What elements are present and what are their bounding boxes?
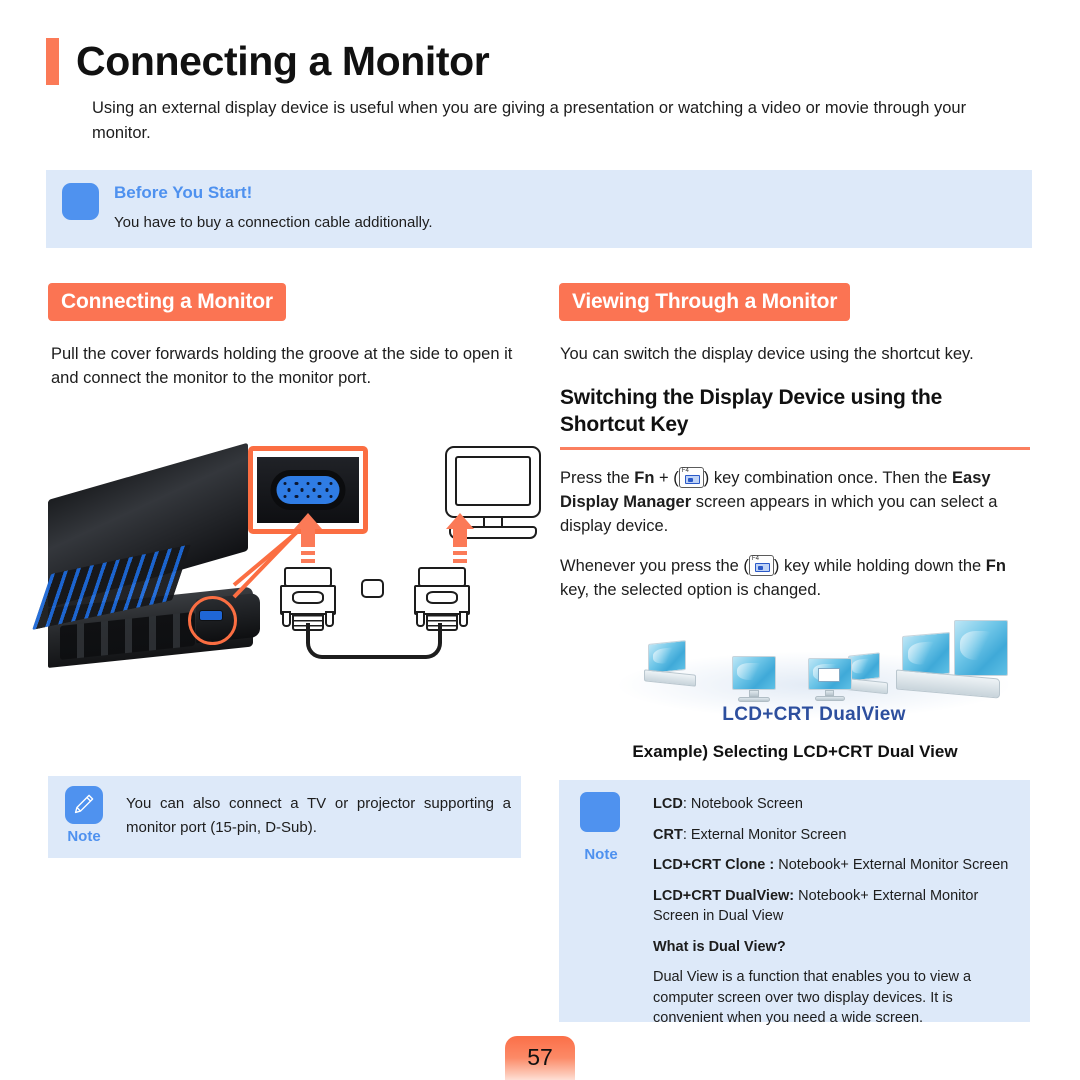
crt-monitor-stand (749, 690, 759, 697)
dualview-right-screen (954, 620, 1008, 676)
pencil-icon (65, 786, 103, 824)
lcd-notebook-screen (648, 640, 686, 674)
note-question-text: What is Dual View? (653, 938, 786, 955)
p1-fn-key: Fn (634, 469, 655, 487)
display-modes-illustration: LCD+CRT DualView (604, 612, 1024, 732)
note-question: What is Dual View? (653, 937, 1016, 958)
p1-text-b: + ( (654, 469, 679, 487)
f4-key-monitor-glyph-2 (754, 563, 770, 572)
arrow-dashes-port (301, 543, 315, 565)
clone-notebook-screen (848, 652, 880, 682)
page-number: 57 (505, 1036, 575, 1080)
f4-key-icon: F4 (678, 467, 704, 488)
note-item-lcd-bold: LCD (653, 796, 683, 812)
before-you-start-body: You have to buy a connection cable addit… (114, 214, 433, 231)
page-title-text: Connecting a Monitor (76, 38, 490, 84)
note-label-left: Note (67, 828, 101, 845)
sub-heading-switching: Switching the Display Device using the S… (560, 386, 943, 436)
device-lcd-notebook (644, 640, 702, 690)
note-item-clone-rest: Notebook+ External Monitor Screen (774, 857, 1009, 873)
monitor-body (445, 446, 541, 518)
note-item-dualview: LCD+CRT DualView: Notebook+ External Mon… (653, 886, 1016, 927)
note-box-right: Note LCD: Notebook Screen CRT: External … (559, 780, 1030, 1026)
note-item-dualview-bold: LCD+CRT DualView: (653, 887, 795, 904)
right-column: You can switch the display device using … (560, 342, 1030, 602)
title-accent-bar (46, 38, 59, 85)
right-paragraph-2: Whenever you press the (F4 ) key while ho… (560, 554, 1030, 602)
before-you-start-icon (62, 183, 99, 220)
document-page: Connecting a Monitor Using an external d… (0, 0, 1080, 1080)
example-caption: Example) Selecting LCD+CRT Dual View (632, 742, 958, 761)
note-text-left: You can also connect a TV or projector s… (126, 795, 511, 836)
p1-text-c: ) key combination once. Then the (703, 469, 953, 487)
note-box-left: Note You can also connect a TV or projec… (48, 776, 521, 858)
right-intro-paragraph: You can switch the display device using … (560, 345, 974, 363)
note-label-right: Note (584, 846, 618, 863)
p2-text-a: Whenever you press the ( (560, 557, 749, 575)
monitor-connection-illustration (32, 442, 543, 683)
vga-port-highlight-circle (188, 596, 237, 645)
vga-small-plug-icon (361, 579, 384, 598)
f4-key-icon-2: F4 (748, 555, 774, 576)
note-item-clone: LCD+CRT Clone : Notebook+ External Monit… (653, 855, 1016, 876)
left-paragraph: Pull the cover forwards holding the groo… (51, 345, 513, 387)
f4-key-label-2: F4 (751, 556, 759, 562)
crt-monitor-base (738, 697, 770, 702)
note-item-crt: CRT: External Monitor Screen (653, 825, 1016, 846)
note-item-clone-bold: LCD+CRT Clone : (653, 857, 775, 873)
monitor-screen (455, 456, 531, 506)
vga-cable (306, 623, 442, 659)
note-item-crt-bold: CRT (653, 826, 683, 843)
note-icon-right (580, 792, 620, 832)
vga-port-icon (276, 476, 340, 504)
page-title: Connecting a Monitor (46, 38, 490, 85)
note-item-crt-rest: : External Monitor Screen (682, 826, 847, 843)
clone-monitor-base (815, 696, 845, 701)
sub-heading-rule (560, 447, 1030, 450)
note-text-right: LCD: Notebook Screen CRT: External Monit… (653, 794, 1016, 1029)
section-header-connecting: Connecting a Monitor (48, 283, 286, 321)
section-header-viewing: Viewing Through a Monitor (559, 283, 851, 321)
left-column: Pull the cover forwards holding the groo… (51, 342, 521, 390)
before-you-start-heading: Before You Start! (114, 183, 253, 202)
laptop-photo (32, 442, 263, 668)
device-crt-monitor (732, 656, 784, 706)
device-lcd-crt-dualview (896, 620, 1014, 704)
note-item-lcd: LCD: Notebook Screen (653, 794, 1016, 815)
p2-text-c: key, the selected option is changed. (560, 581, 822, 599)
dualview-label: LCD+CRT DualView (722, 704, 906, 725)
f4-key-label: F4 (681, 468, 689, 474)
right-paragraph-1: Press the Fn + (F4 ) key combination once… (560, 466, 1030, 538)
note-answer: Dual View is a function that enables you… (653, 969, 972, 1026)
f4-key-monitor-glyph (684, 475, 700, 484)
before-you-start-box: Before You Start! You have to buy a conn… (46, 170, 1032, 248)
intro-paragraph: Using an external display device is usef… (92, 99, 967, 142)
device-lcd-crt-clone (804, 652, 894, 710)
clone-monitor-screen (808, 658, 852, 690)
p1-text-a: Press the (560, 469, 635, 487)
arrow-dashes-monitor (453, 543, 467, 565)
crt-monitor-screen (732, 656, 776, 690)
p2-text-b: ) key while holding down the (773, 557, 986, 575)
note-item-lcd-rest: : Notebook Screen (682, 796, 803, 812)
p2-fn-key: Fn (985, 557, 1006, 575)
lcd-notebook-keyboard (644, 669, 696, 687)
pencil-icon-glyph (74, 794, 94, 814)
clone-window-glyph (818, 668, 840, 682)
